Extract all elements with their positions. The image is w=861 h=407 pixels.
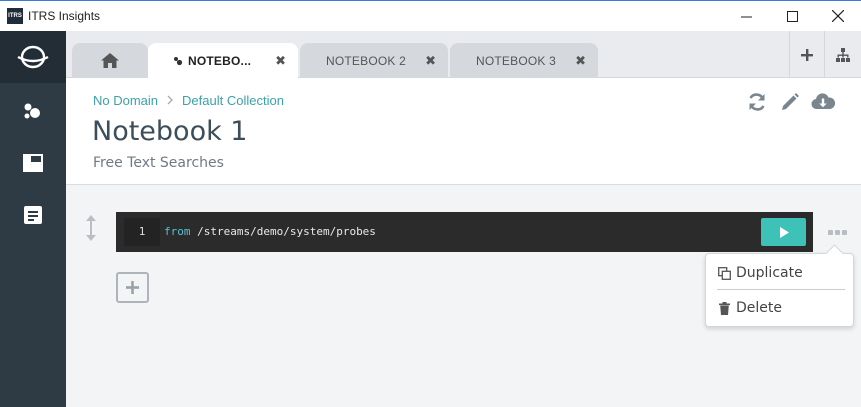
minimize-button[interactable]: [723, 1, 769, 31]
notebook-header: No Domain Default Collection Notebook 1 …: [66, 78, 861, 185]
chevron-right-icon: [167, 94, 173, 108]
maximize-icon: [786, 10, 798, 22]
page-subtitle: Free Text Searches: [93, 155, 224, 171]
copy-icon: [717, 266, 731, 280]
play-icon: [779, 226, 789, 238]
refresh-button[interactable]: [744, 90, 770, 114]
app-logo-icon: ITRS: [7, 8, 23, 24]
code-cell-editor[interactable]: 1 from /streams/demo/system/probes: [116, 212, 813, 252]
sidebar-item-dashboards[interactable]: [0, 137, 66, 189]
minimize-icon: [740, 16, 752, 17]
bubbles-icon: [24, 103, 40, 119]
new-tab-button[interactable]: [789, 31, 823, 78]
tab-label: NOTEBOOK 3: [476, 53, 557, 68]
tab-home[interactable]: [72, 43, 148, 78]
menu-item-duplicate[interactable]: Duplicate: [717, 261, 803, 285]
insights-logo-icon: [17, 45, 49, 69]
sidebar-item-notebooks[interactable]: [0, 189, 66, 241]
cloud-download-icon: [811, 93, 835, 110]
tab-notebook-2[interactable]: NOTEBOOK 2 ✖: [300, 43, 448, 78]
tab-notebook-1[interactable]: NOTEBO... ✖: [148, 43, 298, 79]
run-button[interactable]: [761, 218, 806, 246]
line-number: 1: [124, 218, 160, 246]
drag-handle-icon[interactable]: [84, 215, 98, 241]
plus-icon: [800, 48, 813, 61]
tab-label: NOTEBOOK 2: [326, 53, 407, 68]
refresh-icon: [749, 93, 765, 111]
sidebar-item-logo[interactable]: [0, 31, 66, 83]
add-cell-button[interactable]: [116, 272, 149, 303]
menu-divider: [717, 289, 845, 290]
cell-context-menu: Duplicate Delete: [705, 253, 854, 327]
pencil-icon: [782, 93, 799, 110]
sidebar-item-streams[interactable]: [0, 85, 66, 137]
menu-item-delete[interactable]: Delete: [717, 296, 782, 320]
cell-options-button[interactable]: [828, 228, 850, 236]
sidebar: [0, 31, 66, 407]
tab-close-button[interactable]: ✖: [425, 53, 436, 69]
menu-item-label: Delete: [736, 300, 782, 316]
dashboard-icon: [23, 154, 43, 172]
window-title: ITRS Insights: [28, 9, 101, 23]
tab-close-button[interactable]: ✖: [575, 53, 586, 69]
tab-label: NOTEBO...: [188, 54, 252, 68]
breadcrumb-collection[interactable]: Default Collection: [182, 93, 284, 108]
code-path: /streams/demo/system/probes: [190, 225, 376, 238]
close-window-button[interactable]: [815, 1, 861, 31]
tab-notebook-3[interactable]: NOTEBOOK 3 ✖: [450, 43, 598, 78]
home-icon: [101, 53, 119, 68]
trash-icon: [717, 301, 731, 315]
download-button[interactable]: [810, 90, 836, 114]
edit-button[interactable]: [777, 90, 803, 114]
plus-icon: [126, 281, 139, 294]
menu-item-label: Duplicate: [736, 265, 803, 281]
ellipsis-icon: [842, 229, 847, 235]
bubbles-icon: [174, 57, 183, 66]
breadcrumb-domain[interactable]: No Domain: [93, 93, 158, 108]
tab-close-button[interactable]: ✖: [275, 53, 286, 69]
tab-bar: NOTEBO... ✖ NOTEBOOK 2 ✖ NOTEBOOK 3 ✖: [66, 31, 861, 79]
maximize-button[interactable]: [769, 1, 815, 31]
close-icon: [832, 10, 844, 22]
sitemap-icon: [836, 47, 850, 62]
breadcrumb: No Domain Default Collection: [93, 93, 284, 108]
code-line[interactable]: from /streams/demo/system/probes: [164, 225, 376, 238]
ellipsis-icon: [835, 229, 840, 235]
page-title: Notebook 1: [92, 116, 248, 147]
title-bar: ITRS ITRS Insights: [0, 0, 861, 31]
ellipsis-icon: [828, 229, 833, 235]
notebook-icon: [24, 206, 42, 224]
code-keyword: from: [164, 225, 191, 238]
hierarchy-button[interactable]: [824, 31, 861, 78]
